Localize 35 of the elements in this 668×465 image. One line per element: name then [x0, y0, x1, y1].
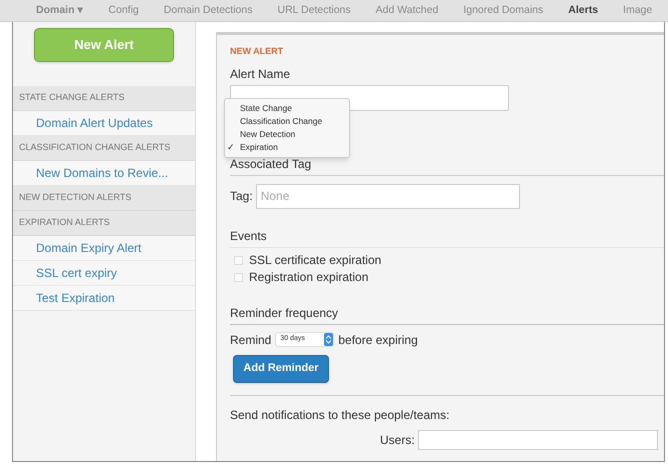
group-heading: NEW DETECTION ALERTS	[13, 186, 195, 211]
group-heading: EXPIRATION ALERTS	[13, 211, 195, 236]
notify-label: Send notifications to these people/teams:	[230, 406, 450, 424]
nav-tab[interactable]: Domain Detections	[164, 2, 252, 18]
new-alert-button[interactable]: New Alert	[34, 28, 174, 62]
nav-tab[interactable]: Config	[108, 2, 139, 18]
check-icon: ✓	[227, 140, 235, 154]
tag-field[interactable]: None	[256, 184, 520, 208]
menu-item[interactable]: State Change	[240, 102, 292, 115]
nav-tab[interactable]: Add Watched	[376, 2, 438, 18]
stepper-icon	[324, 333, 334, 346]
nav-tab[interactable]: Alerts	[568, 2, 598, 18]
nav-tab[interactable]: Image	[623, 2, 652, 18]
nav-tab[interactable]: Domain ▾	[36, 2, 84, 18]
nav-tab[interactable]: Ignored Domains	[463, 2, 544, 18]
nav-tab[interactable]: URL Detections	[278, 2, 351, 18]
section-heading: Reminder frequency	[230, 304, 664, 324]
users-field[interactable]	[418, 430, 658, 450]
field-label: Users:	[380, 432, 415, 448]
checkbox[interactable]	[234, 272, 243, 282]
field-label: Remind	[230, 332, 272, 348]
group-heading: STATE CHANGE ALERTS	[13, 86, 195, 111]
checkbox[interactable]	[234, 256, 243, 264]
menu-item[interactable]: Classification Change	[240, 115, 322, 128]
menu-item[interactable]: Expiration	[240, 141, 278, 154]
menu-item[interactable]: New Detection	[240, 128, 296, 141]
checkbox-label: Registration expiration	[249, 269, 368, 286]
form-title: NEW ALERT	[230, 45, 284, 58]
field-label: Tag:	[230, 188, 253, 205]
field-label: Alert Name	[230, 66, 292, 82]
section-heading: Events	[230, 226, 664, 248]
add-reminder-button[interactable]: Add Reminder	[233, 354, 329, 382]
checkbox-label: SSL certificate expiration	[249, 252, 382, 269]
group-heading: CLASSIFICATION CHANGE ALERTS	[13, 136, 195, 161]
field-suffix: before expiring	[338, 332, 418, 348]
